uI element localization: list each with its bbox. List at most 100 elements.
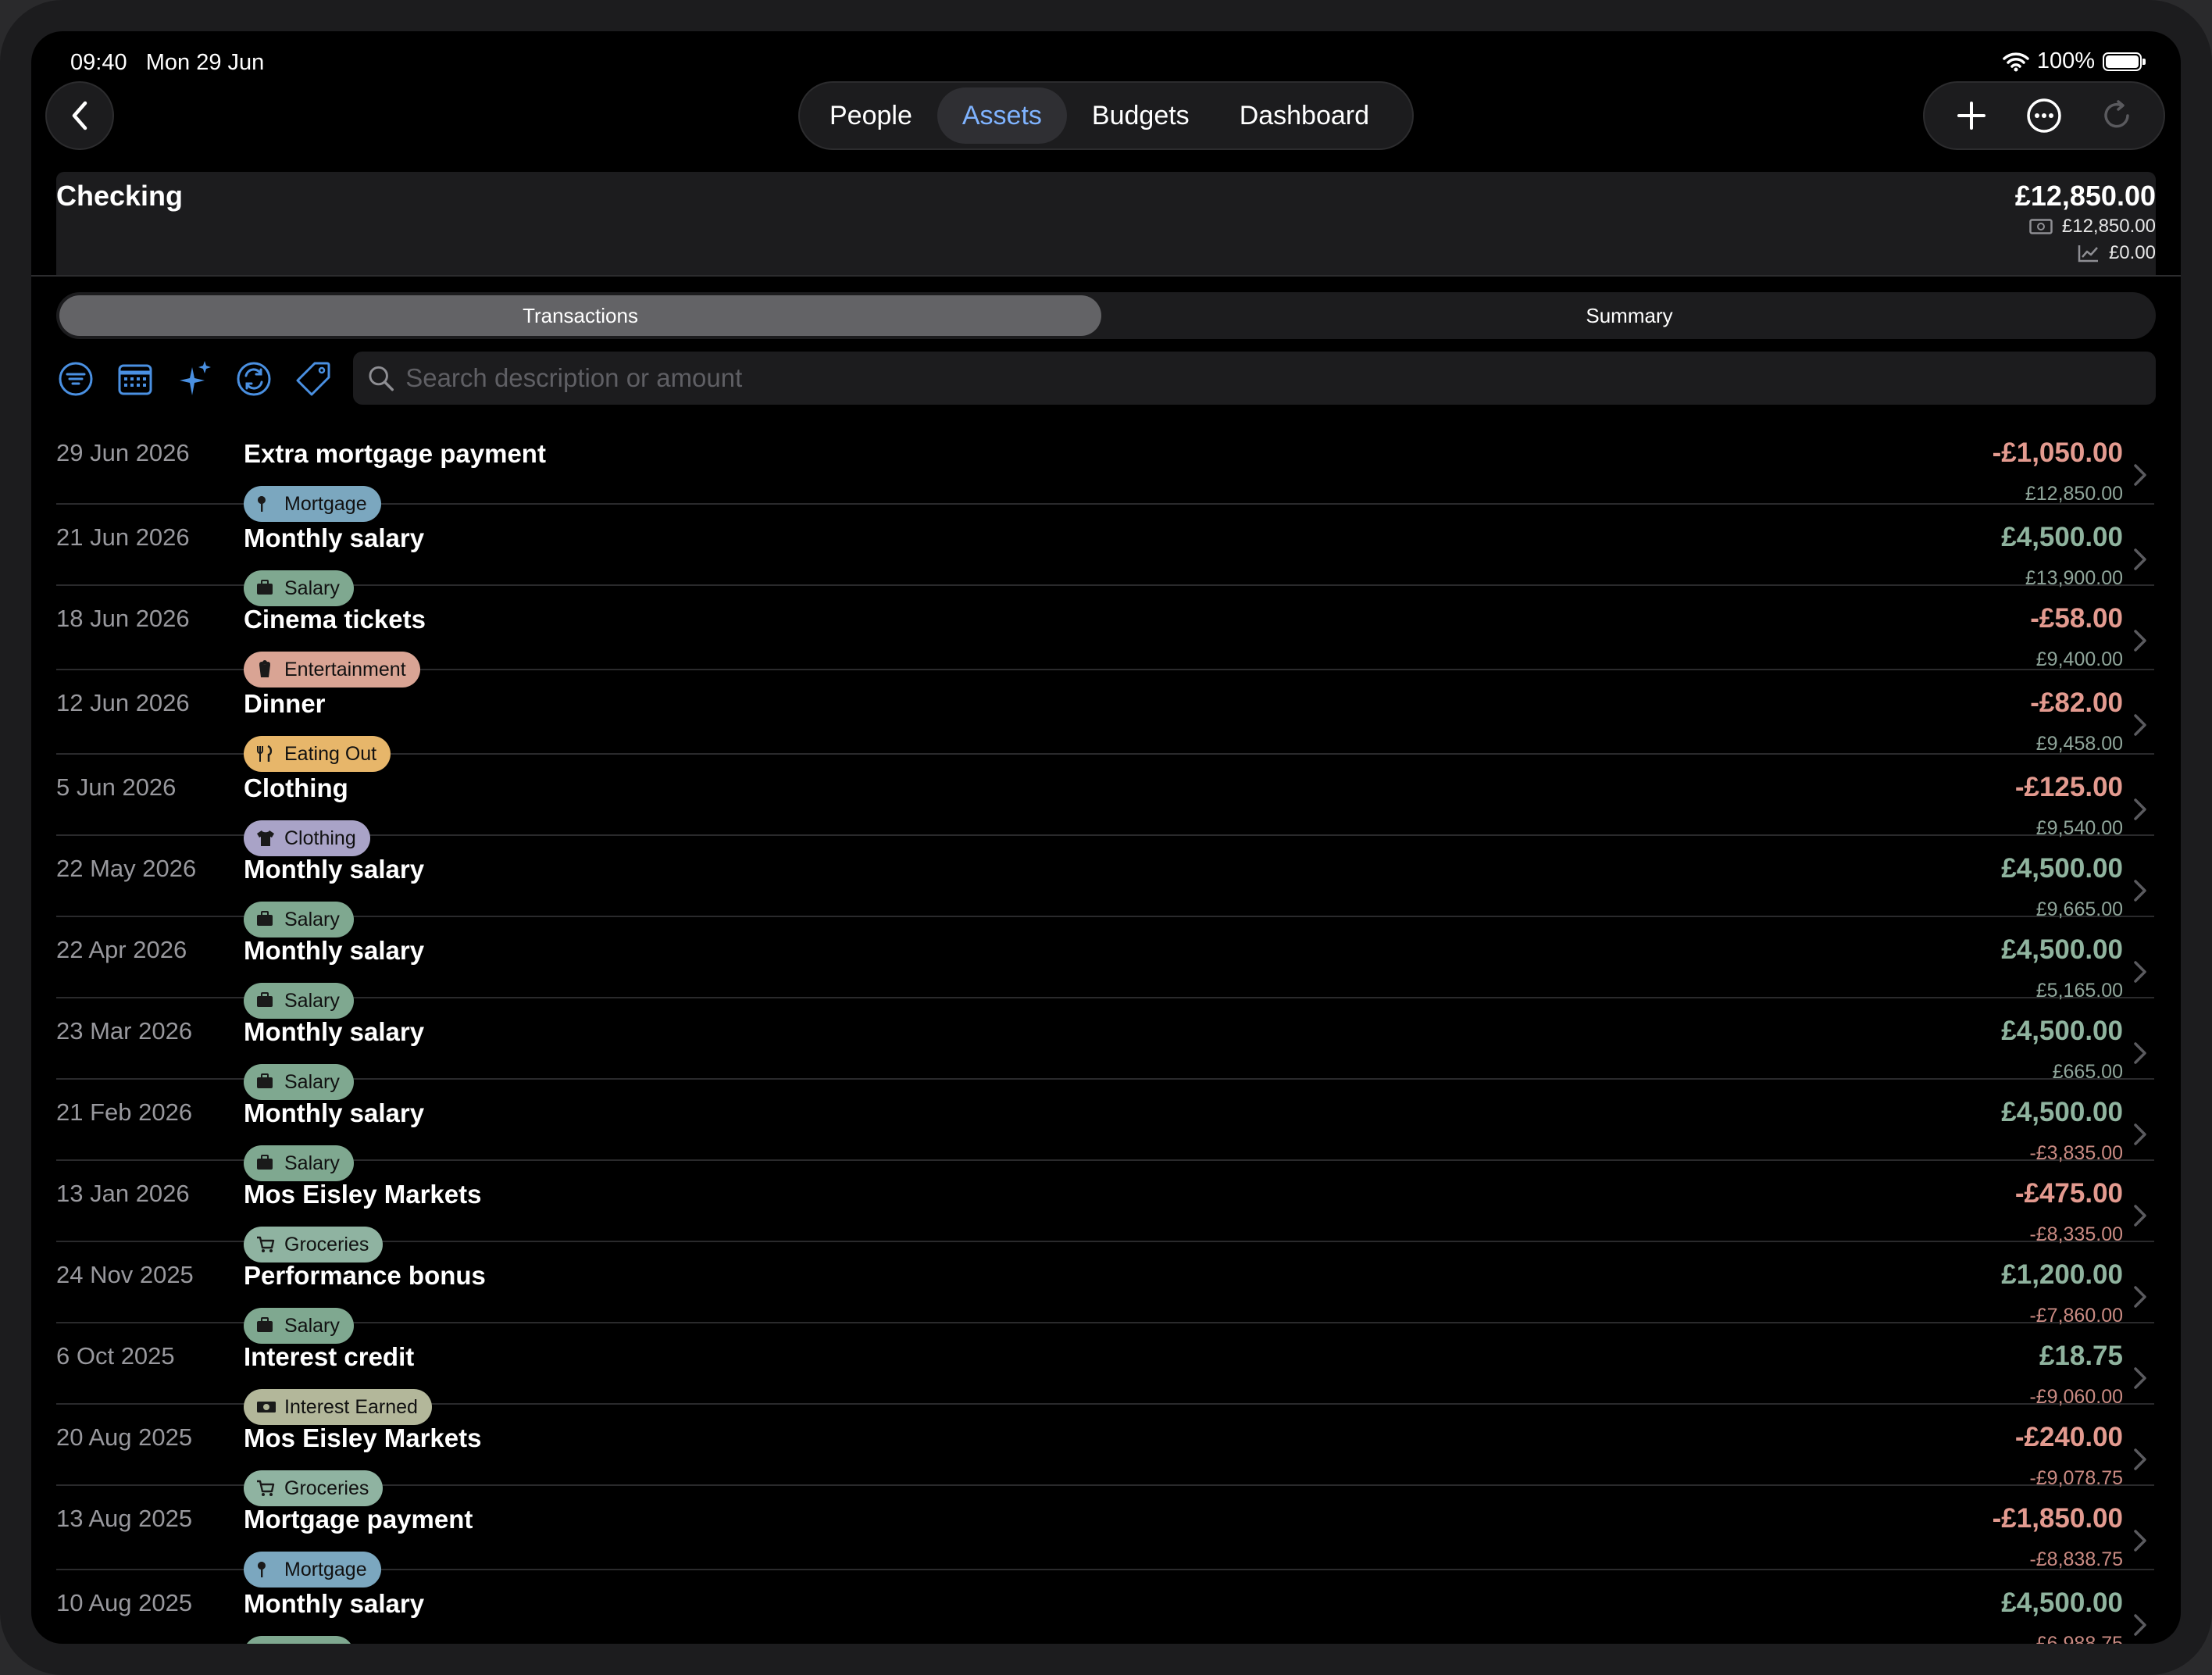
transaction-date: 22 Apr 2026 xyxy=(56,936,187,963)
tab-transactions[interactable]: Transactions xyxy=(59,295,1101,336)
transaction-row[interactable]: 18 Jun 2026 Cinema tickets Entertainment -£… xyxy=(56,586,2154,688)
transaction-amount: £4,500.00 xyxy=(2001,853,2123,884)
chevron-right-icon xyxy=(2134,1123,2146,1145)
refresh-button[interactable] xyxy=(2085,84,2148,147)
search-bar xyxy=(353,352,2156,405)
transaction-amount: £4,500.00 xyxy=(2001,1097,2123,1127)
transaction-description: Monthly salary xyxy=(244,936,425,965)
chevron-right-icon xyxy=(2134,548,2146,570)
tab-dashboard[interactable]: Dashboard xyxy=(1215,88,1394,144)
transaction-date: 24 Nov 2025 xyxy=(56,1261,194,1288)
transaction-row[interactable]: 10 Aug 2025 Monthly salary Salary £4,500.00… xyxy=(56,1570,2154,1644)
category-tag[interactable]: Salary xyxy=(244,1636,354,1644)
tab-assets[interactable]: Assets xyxy=(937,88,1067,144)
filter-toolbar xyxy=(56,352,333,406)
transaction-amount: -£58.00 xyxy=(2030,603,2123,634)
transaction-amount: -£1,850.00 xyxy=(1992,1503,2123,1534)
transaction-description: Mos Eisley Markets xyxy=(244,1423,482,1452)
search-icon xyxy=(369,366,394,391)
transaction-row[interactable]: 24 Nov 2025 Performance bonus Salary £1,200… xyxy=(56,1242,2154,1344)
running-balance: -£6,988.75 xyxy=(2029,1633,2123,1644)
transaction-date: 10 Aug 2025 xyxy=(56,1589,193,1616)
transaction-amount: -£475.00 xyxy=(2014,1178,2123,1209)
chevron-left-icon xyxy=(72,101,87,130)
transaction-date: 23 Mar 2026 xyxy=(56,1017,193,1045)
transaction-description: Dinner xyxy=(244,689,326,718)
chevron-right-icon xyxy=(2134,1042,2146,1064)
chevron-right-icon xyxy=(2134,1614,2146,1636)
cash-icon xyxy=(2029,219,2053,234)
transaction-description: Monthly salary xyxy=(244,1589,425,1618)
transfer-button[interactable] xyxy=(234,359,273,398)
transaction-row[interactable]: 13 Aug 2025 Mortgage payment Mortgage -£1,8… xyxy=(56,1486,2154,1588)
transaction-date: 29 Jun 2026 xyxy=(56,439,190,466)
transaction-row[interactable]: 29 Jun 2026 Extra mortgage payment Mortgag… xyxy=(56,420,2154,522)
transaction-date: 18 Jun 2026 xyxy=(56,605,190,632)
transaction-description: Monthly salary xyxy=(244,1017,425,1046)
add-button[interactable] xyxy=(1940,84,2003,147)
transaction-description: Interest credit xyxy=(244,1342,415,1371)
back-button[interactable] xyxy=(45,81,114,150)
chevron-right-icon xyxy=(2134,1286,2146,1308)
transaction-description: Monthly salary xyxy=(244,855,425,884)
transaction-amount: £4,500.00 xyxy=(2001,1016,2123,1046)
transaction-row[interactable]: 22 May 2026 Monthly salary Salary £4,500.00… xyxy=(56,836,2154,938)
chart-line-icon xyxy=(2078,245,2098,262)
transaction-description: Mortgage payment xyxy=(244,1505,473,1534)
tab-summary[interactable]: Summary xyxy=(1106,295,2153,336)
transaction-amount: -£240.00 xyxy=(2014,1422,2123,1452)
status-bar: 09:40 Mon 29 Jun 100% xyxy=(70,42,2146,77)
transaction-row[interactable]: 5 Jun 2026 Clothing Clothing -£125.00 £9,540… xyxy=(56,755,2154,856)
sparkles-icon xyxy=(180,361,211,395)
view-switcher: Transactions Summary xyxy=(56,292,2156,339)
transaction-row[interactable]: 20 Aug 2025 Mos Eisley Markets Groceries -£… xyxy=(56,1405,2154,1506)
running-balance: -£8,838.75 xyxy=(2029,1548,2123,1570)
transaction-row[interactable]: 6 Oct 2025 Interest credit Interest Earned… xyxy=(56,1323,2154,1425)
category-label: Salary xyxy=(284,1643,340,1645)
toolbar-actions xyxy=(1923,81,2165,150)
calendar-icon xyxy=(118,364,152,395)
search-input[interactable] xyxy=(405,363,2156,393)
account-cash-value: £12,850.00 xyxy=(2061,216,2156,237)
account-invested-value: £0.00 xyxy=(2108,242,2156,263)
plus-icon xyxy=(1957,102,1986,130)
transaction-description: Mos Eisley Markets xyxy=(244,1180,482,1209)
header-divider xyxy=(31,275,2181,277)
transaction-date: 12 Jun 2026 xyxy=(56,689,190,716)
main-nav: People Assets Budgets Dashboard xyxy=(798,81,1414,150)
transaction-amount: £1,200.00 xyxy=(2001,1259,2123,1290)
chevron-right-icon xyxy=(2134,464,2146,486)
tab-budgets[interactable]: Budgets xyxy=(1067,88,1215,144)
transaction-date: 20 Aug 2025 xyxy=(56,1423,193,1451)
refresh-icon xyxy=(2103,100,2129,128)
transfer-icon xyxy=(237,362,271,396)
transaction-row[interactable]: 21 Feb 2026 Monthly salary Salary £4,500.00… xyxy=(56,1080,2154,1181)
tag-button[interactable] xyxy=(294,359,333,398)
transaction-amount: £4,500.00 xyxy=(2001,522,2123,552)
chevron-right-icon xyxy=(2134,880,2146,902)
wifi-icon xyxy=(2003,52,2029,71)
transaction-row[interactable]: 13 Jan 2026 Mos Eisley Markets Groceries -£… xyxy=(56,1161,2154,1262)
transaction-row[interactable]: 23 Mar 2026 Monthly salary Salary £4,500.00… xyxy=(56,998,2154,1100)
transaction-row[interactable]: 22 Apr 2026 Monthly salary Salary £4,500.00… xyxy=(56,917,2154,1019)
transaction-date: 21 Feb 2026 xyxy=(56,1098,193,1126)
calendar-button[interactable] xyxy=(116,359,155,398)
status-date: Mon 29 Jun xyxy=(145,50,265,75)
account-header: Checking £12,850.00 £12,850.00 £0.00 xyxy=(56,172,2156,275)
chevron-right-icon xyxy=(2134,1367,2146,1389)
filter-button[interactable] xyxy=(56,359,95,398)
transaction-amount: £18.75 xyxy=(2039,1341,2123,1371)
running-balance: £12,850.00 xyxy=(2025,483,2123,505)
smart-suggest-button[interactable] xyxy=(175,359,214,398)
tab-people[interactable]: People xyxy=(805,88,937,144)
transaction-row[interactable]: 21 Jun 2026 Monthly salary Salary £4,500.00… xyxy=(56,505,2154,606)
transaction-list: 29 Jun 2026 Extra mortgage payment Mortgag… xyxy=(56,420,2181,1644)
transaction-description: Cinema tickets xyxy=(244,605,426,634)
running-balance: £9,400.00 xyxy=(2035,648,2123,670)
chevron-right-icon xyxy=(2134,714,2146,736)
more-button[interactable] xyxy=(2013,84,2075,147)
chevron-right-icon xyxy=(2134,798,2146,820)
transaction-date: 13 Aug 2025 xyxy=(56,1505,193,1532)
transaction-amount: £4,500.00 xyxy=(2001,934,2123,965)
transaction-row[interactable]: 12 Jun 2026 Dinner Eating Out -£82.00 £9,458… xyxy=(56,670,2154,772)
